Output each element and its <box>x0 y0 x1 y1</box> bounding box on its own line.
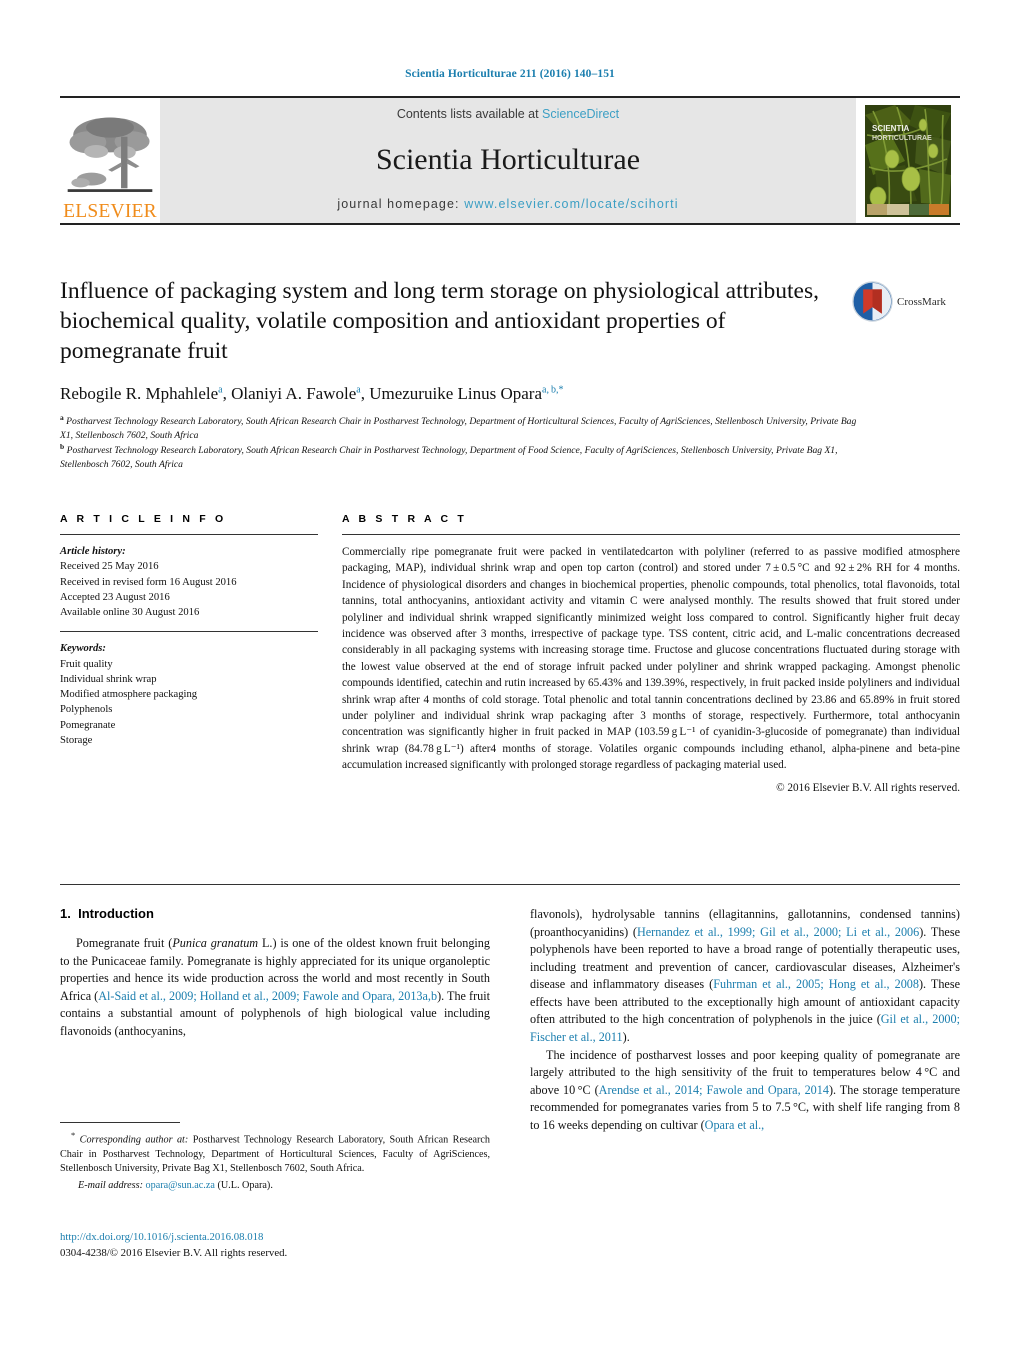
affiliation-b: b Postharvest Technology Research Labora… <box>60 442 870 471</box>
article-history-label: Article history: <box>60 546 126 557</box>
keyword-item: Storage <box>60 734 93 746</box>
affiliation-a: a Postharvest Technology Research Labora… <box>60 413 870 442</box>
contents-list-line: Contents lists available at ScienceDirec… <box>397 107 619 121</box>
elsevier-tree-icon <box>67 116 153 192</box>
cover-title-line-1: SCIENTIA <box>872 124 910 133</box>
email-label: E-mail address: <box>78 1179 143 1191</box>
doi-block: http://dx.doi.org/10.1016/j.scienta.2016… <box>60 1229 490 1261</box>
keywords-label: Keywords: <box>60 643 106 655</box>
contents-prefix: Contents lists available at <box>396 107 543 121</box>
keyword-item: Individual shrink wrap <box>60 673 157 685</box>
abstract-copyright: © 2016 Elsevier B.V. All rights reserved… <box>776 781 960 794</box>
article-history-block: Article history: Received 25 May 2016 Re… <box>60 544 318 620</box>
section-title-introduction: 1. Introduction <box>60 906 490 921</box>
sciencedirect-link[interactable]: ScienceDirect <box>542 107 619 121</box>
affiliation-b-marker: b <box>60 442 65 452</box>
crossmark-badge-group[interactable]: CrossMark <box>852 281 960 322</box>
masthead-bottom-rule <box>60 223 960 225</box>
abstract-rule <box>342 534 960 535</box>
abstract-text: Commercially ripe pomegranate fruit were… <box>342 546 960 772</box>
journal-cover-image: SCIENTIA HORTICULTURAE <box>865 104 951 217</box>
corresponding-author-footnote: * Corresponding author at: Postharvest T… <box>60 1122 490 1191</box>
keyword-item: Polyphenols <box>60 704 113 716</box>
journal-masthead: ELSEVIER Contents lists available at Sci… <box>60 96 960 225</box>
intro-paragraph-1: Pomegranate fruit (Punica granatum L.) i… <box>60 936 490 1038</box>
doi-link[interactable]: http://dx.doi.org/10.1016/j.scienta.2016… <box>60 1231 263 1243</box>
abstract-heading: A B S T R A C T <box>342 513 467 525</box>
section-name: Introduction <box>78 906 154 921</box>
abstract-column: A B S T R A C T Commercially ripe pomegr… <box>342 513 960 794</box>
keyword-item: Modified atmosphere packaging <box>60 689 198 700</box>
running-head: Scientia Horticulturae 211 (2016) 140–15… <box>405 68 615 80</box>
page-title: Influence of packaging system and long t… <box>60 278 819 364</box>
masthead-center-band: Contents lists available at ScienceDirec… <box>160 98 856 223</box>
keyword-item: Pomegranate <box>60 719 116 731</box>
elsevier-wordmark: ELSEVIER <box>63 200 157 222</box>
article-info-rule <box>60 534 318 535</box>
homepage-prefix: journal homepage: <box>337 197 465 211</box>
title-block: Influence of packaging system and long t… <box>60 277 960 472</box>
article-info-heading: A R T I C L E I N F O <box>60 513 227 525</box>
info-abstract-region: A R T I C L E I N F O Article history: R… <box>60 513 960 794</box>
history-item: Available online 30 August 2016 <box>60 607 200 618</box>
body-top-divider <box>60 884 960 885</box>
affiliation-a-text: Postharvest Technology Research Laborato… <box>60 416 857 441</box>
affiliation-b-text: Postharvest Technology Research Laborato… <box>60 445 838 471</box>
history-item: Accepted 23 August 2016 <box>60 591 170 603</box>
journal-title: Scientia Horticulturae <box>375 143 641 176</box>
issn-copyright-line: 0304-4238/© 2016 Elsevier B.V. All right… <box>60 1247 288 1260</box>
email-link[interactable]: opara@sun.ac.za <box>146 1180 215 1191</box>
section-number: 1. <box>60 906 71 921</box>
journal-article-page: Scientia Horticulturae 211 (2016) 140–15… <box>0 0 1020 1351</box>
history-item: Received in revised form 16 August 2016 <box>60 576 237 588</box>
body-right-column: flavonols), hydrolysable tannins (ellagi… <box>530 906 960 1134</box>
email-owner: (U.L. Opara). <box>217 1179 273 1191</box>
crossmark-label: CrossMark <box>897 295 946 308</box>
affiliations: a Postharvest Technology Research Labora… <box>60 413 870 472</box>
journal-homepage-line: journal homepage: www.elsevier.com/locat… <box>337 197 678 211</box>
keywords-rule <box>60 631 318 633</box>
author-list: Rebogile R. Mphahlelea, Olaniyi A. Fawol… <box>60 383 564 403</box>
journal-homepage-url[interactable]: www.elsevier.com/locate/scihorti <box>464 197 678 211</box>
email-line: E-mail address: opara@sun.ac.za (U.L. Op… <box>60 1180 490 1191</box>
body-left-column: 1. Introduction Pomegranate fruit (Punic… <box>60 906 490 1134</box>
intro-paragraph-2: The incidence of postharvest losses and … <box>530 1047 960 1132</box>
intro-paragraph-1-continued: flavonols), hydrolysable tannins (ellagi… <box>530 907 960 1044</box>
elsevier-logo: ELSEVIER <box>60 98 160 223</box>
keyword-item: Fruit quality <box>60 658 113 670</box>
cover-title-line-2: HORTICULTURAE <box>872 135 932 142</box>
footnote-text: * Corresponding author at: Postharvest T… <box>60 1130 490 1175</box>
keywords-block: Keywords: Fruit quality Individual shrin… <box>60 641 318 748</box>
crossmark-icon[interactable] <box>852 281 893 322</box>
article-info-column: A R T I C L E I N F O Article history: R… <box>60 513 318 794</box>
journal-cover-thumbnail: SCIENTIA HORTICULTURAE <box>856 98 960 223</box>
affiliation-a-marker: a <box>60 412 64 422</box>
history-item: Received 25 May 2016 <box>60 561 159 573</box>
body-two-column-region: 1. Introduction Pomegranate fruit (Punic… <box>60 906 960 1134</box>
footnote-rule <box>60 1122 180 1123</box>
